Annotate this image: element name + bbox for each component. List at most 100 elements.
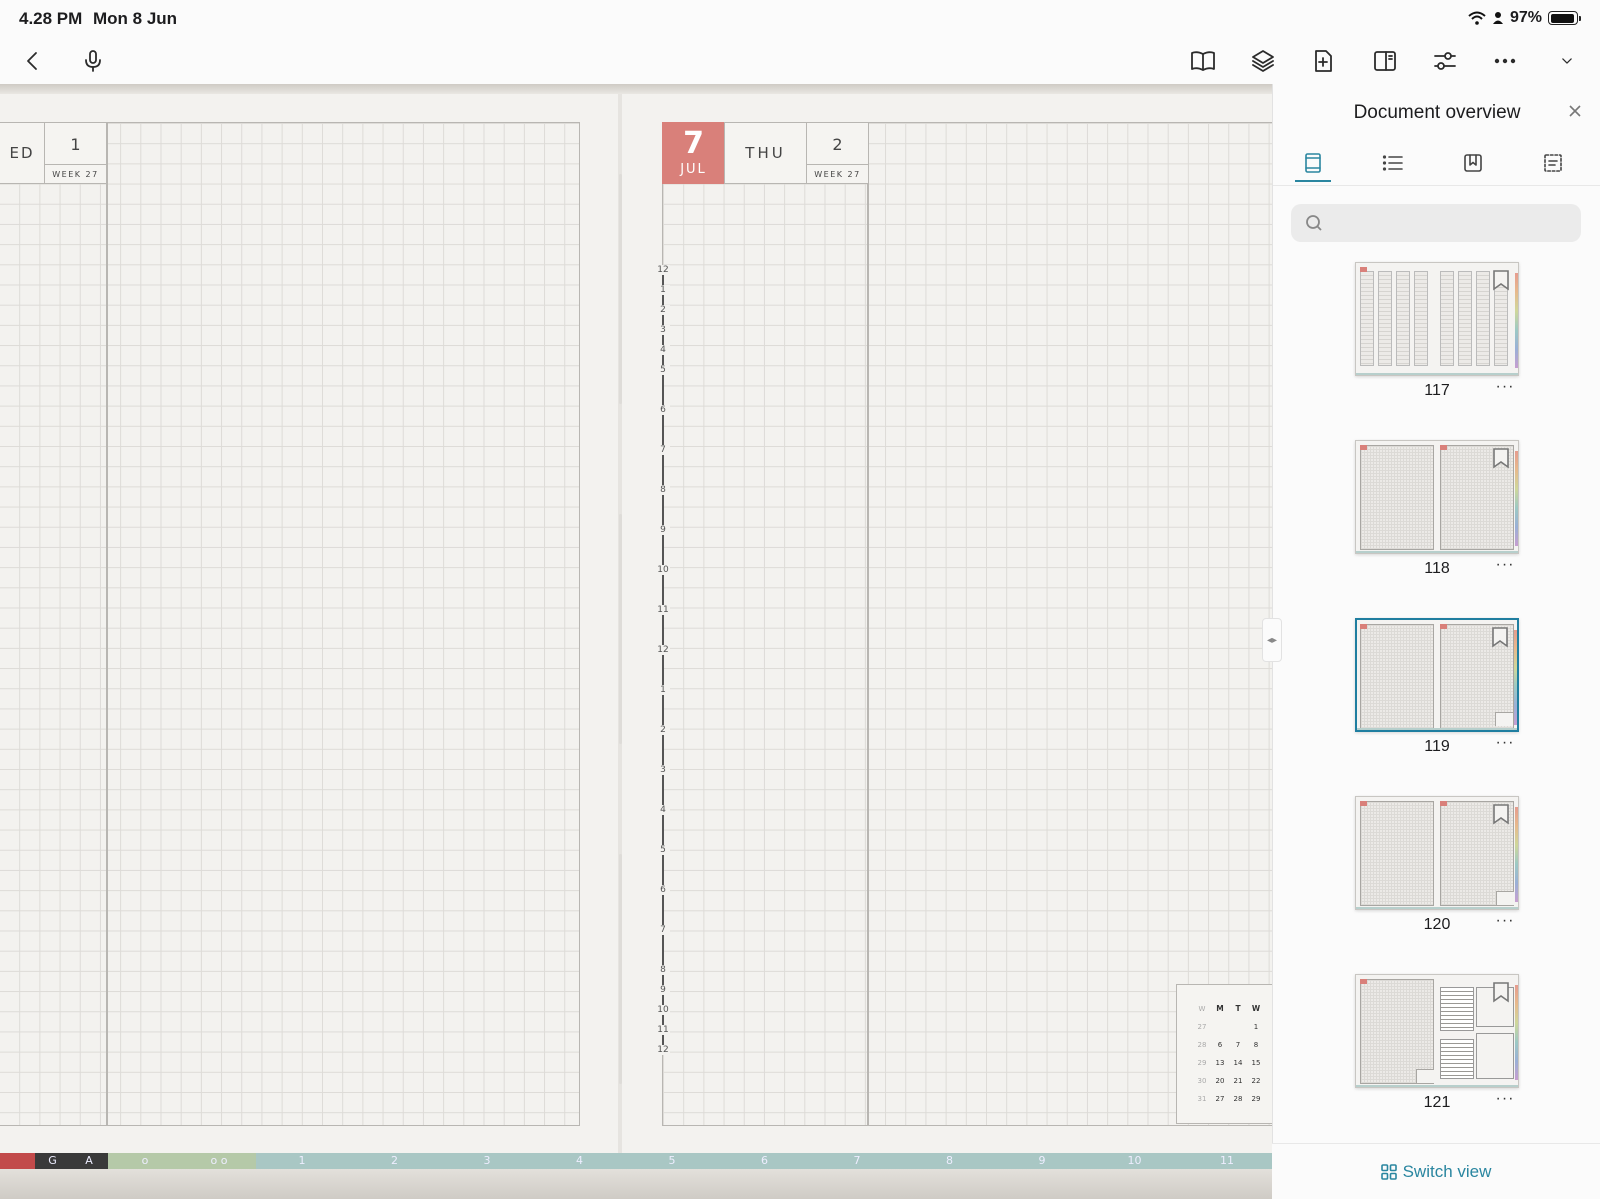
page-thumbnail[interactable] [1355,262,1519,376]
section-tab[interactable]: 6 [719,1153,811,1169]
outline-tab[interactable] [1375,146,1411,180]
page-edge-shadow [0,84,1272,94]
page-thumbnail-item: 120 ··· [1355,796,1519,933]
search-input[interactable] [1291,204,1581,242]
time-label: 8 [656,485,670,495]
panel-resize-handle[interactable]: ◂▸ [1262,618,1282,662]
mini-calendar-day[interactable]: 8 [1247,1039,1265,1051]
layers-icon[interactable] [1248,46,1278,76]
page-thumbnail-selected[interactable] [1355,618,1519,732]
mini-calendar-day[interactable]: 28 [1229,1093,1247,1105]
thumbnails-tab[interactable] [1295,146,1331,182]
sliders-icon[interactable] [1430,46,1460,76]
mini-calendar-day[interactable]: 1 [1247,1021,1265,1033]
right-page-grid[interactable] [662,122,1287,1126]
mini-calendar-day[interactable]: 7 [1229,1039,1247,1051]
left-day-of-year: 1 [44,122,107,166]
right-day-of-year: 2 [806,122,869,166]
more-options-button[interactable]: ··· [1493,1090,1517,1110]
mini-calendar[interactable]: W M T W 27 1 28 6 7 8 29 13 14 15 30 20 21 22 31 27 28 29 [1176,984,1272,1124]
bookmark-icon[interactable] [1492,803,1510,825]
time-label: 10 [656,565,670,575]
microphone-icon[interactable] [78,46,108,76]
time-label: 8 [656,965,670,975]
more-icon[interactable] [1490,46,1520,76]
mini-calendar-day[interactable] [1229,1021,1247,1033]
more-options-button[interactable]: ··· [1493,556,1517,576]
left-weekday: ED [0,122,46,184]
section-tab[interactable]: 11 [1181,1153,1273,1169]
page-thumbnail-item: 117 ··· [1355,262,1519,399]
page-thumbnail-item: 121 ··· [1355,974,1519,1111]
book-icon[interactable] [1188,46,1218,76]
mini-calendar-day[interactable]: 14 [1229,1057,1247,1069]
time-label: 11 [656,605,670,615]
date-badge: 7 JUL [662,122,725,184]
time-label: 6 [656,405,670,415]
section-tab-color[interactable] [0,1153,35,1169]
left-page-grid[interactable] [0,122,580,1126]
section-tab[interactable]: G [35,1153,70,1169]
mini-calendar-week: 28 [1197,1041,1207,1049]
bookmarks-tab[interactable] [1455,146,1491,180]
person-icon [1492,12,1503,24]
split-view-icon[interactable] [1370,46,1400,76]
bookmark-icon[interactable] [1492,981,1510,1003]
left-week-label: WEEK 27 [44,164,107,184]
section-tab[interactable]: o [108,1153,182,1169]
mini-calendar-day[interactable]: 20 [1211,1075,1229,1087]
section-tab[interactable]: 9 [996,1153,1088,1169]
section-tab[interactable]: 8 [904,1153,996,1169]
list-icon [1382,155,1403,171]
more-options-button[interactable]: ··· [1493,912,1517,932]
panel-title: Document overview [1353,102,1521,123]
section-tab[interactable]: 4 [534,1153,626,1169]
section-tab[interactable]: 3 [441,1153,533,1169]
mini-calendar-grid: W M T W 27 1 28 6 7 8 29 13 14 15 30 20 21 22 31 27 28 29 [1193,1003,1265,1105]
weekday-label: THU [724,122,807,184]
section-tab[interactable]: 2 [349,1153,441,1169]
page-thumbnail-item: 118 ··· [1355,440,1519,577]
page-thumbnail[interactable] [1355,974,1519,1088]
chevron-down-icon[interactable] [1552,46,1582,76]
section-tab[interactable]: A [70,1153,108,1169]
mini-calendar-day[interactable] [1211,1021,1229,1033]
mini-calendar-header: W [1251,1004,1261,1013]
mini-calendar-day[interactable]: 6 [1211,1039,1229,1051]
bookmark-icon [1464,154,1482,172]
back-chevron-icon[interactable] [18,46,48,76]
section-tab[interactable]: 10 [1089,1153,1181,1169]
mini-calendar-day[interactable]: 22 [1247,1075,1265,1087]
page-thumbnail[interactable] [1355,796,1519,910]
section-tab[interactable]: o o [182,1153,256,1169]
mini-calendar-day[interactable]: 21 [1229,1075,1247,1087]
mini-calendar-day[interactable]: 13 [1211,1057,1229,1069]
mini-calendar-day[interactable]: 27 [1211,1093,1229,1105]
section-tab[interactable]: 5 [626,1153,718,1169]
bookmark-icon[interactable] [1492,269,1510,291]
mini-calendar-day[interactable]: 29 [1247,1093,1265,1105]
more-options-button[interactable]: ··· [1493,734,1517,754]
time-label: 4 [656,805,670,815]
right-page-margin-line [867,122,869,1126]
spine-ring [619,854,622,1084]
mini-calendar-header: M [1216,1004,1224,1013]
status-date: Mon 8 Jun [93,9,178,28]
more-options-button[interactable]: ··· [1493,378,1517,398]
time-label: 2 [656,725,670,735]
page-thumbnail[interactable] [1355,440,1519,554]
add-page-icon[interactable] [1308,46,1338,76]
switch-view-button[interactable]: Switch view [1272,1143,1600,1199]
annotations-tab[interactable] [1535,146,1571,180]
time-label: 3 [656,325,670,335]
section-tab[interactable]: 1 [256,1153,348,1169]
time-label: 3 [656,765,670,775]
section-tab[interactable]: 7 [811,1153,903,1169]
bookmark-icon[interactable] [1492,447,1510,469]
date-day: 7 [683,126,704,161]
page-thumbnail-item: 119 ··· [1355,618,1519,755]
mini-calendar-day[interactable]: 15 [1247,1057,1265,1069]
bookmark-icon[interactable] [1491,626,1509,648]
time-label: 12 [656,645,670,655]
close-icon[interactable] [1566,102,1584,120]
